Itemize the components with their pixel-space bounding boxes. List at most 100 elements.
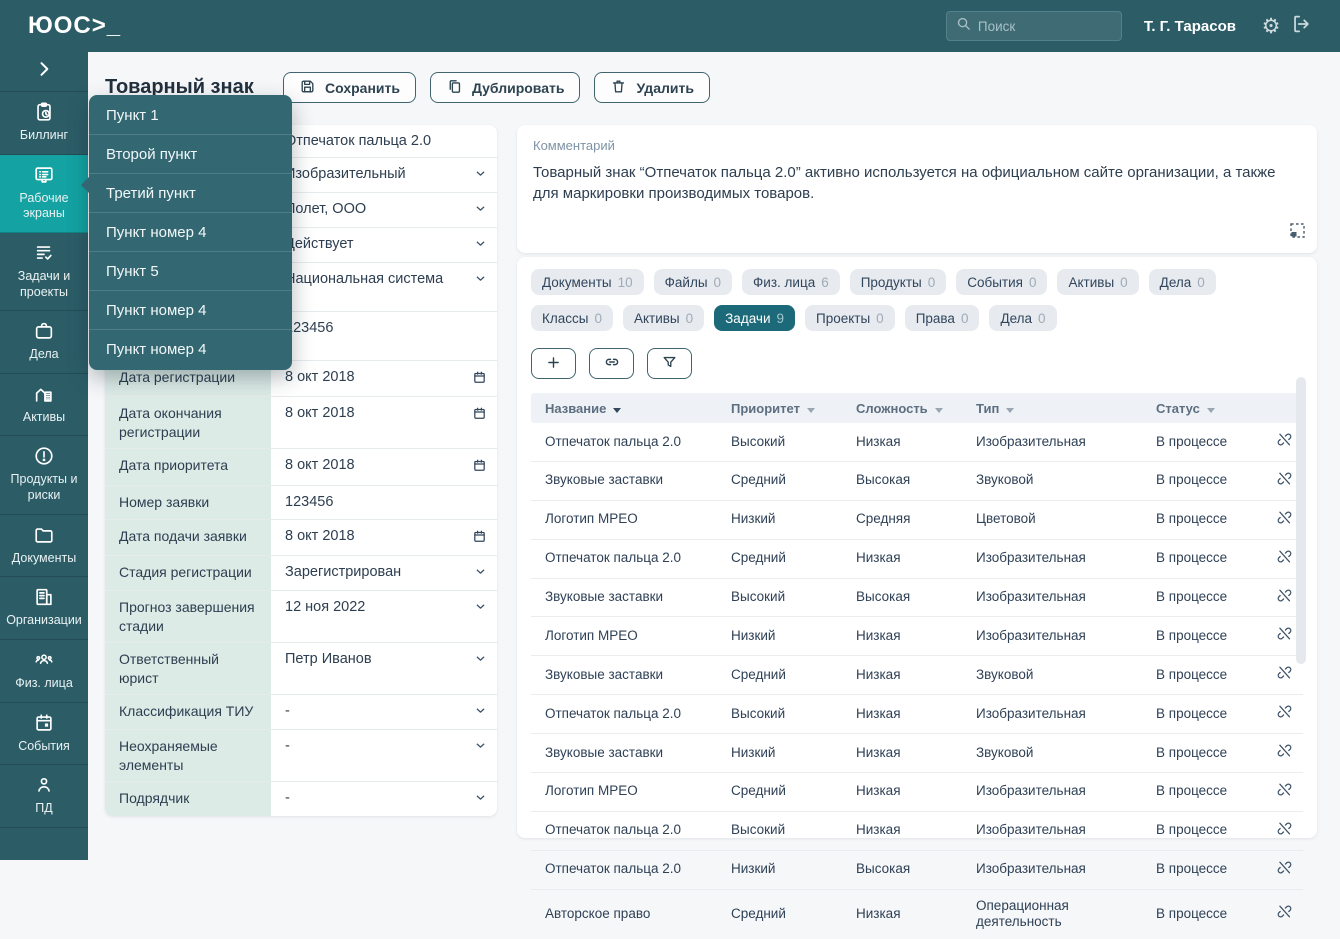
- sidebar-item-events[interactable]: События: [0, 703, 88, 766]
- link-task-button[interactable]: [589, 348, 634, 379]
- field-value[interactable]: Петр Иванов: [271, 643, 497, 694]
- field-value[interactable]: Зарегистрирован: [271, 556, 497, 590]
- field-value[interactable]: 8 окт 2018: [271, 361, 497, 397]
- cell-complexity: Низкая: [856, 539, 976, 578]
- menu-item[interactable]: Третий пункт: [89, 174, 292, 213]
- add-task-button[interactable]: [531, 348, 576, 379]
- menu-item[interactable]: Второй пункт: [89, 135, 292, 174]
- column-header-priority[interactable]: Приоритет: [731, 393, 856, 423]
- sidebar-item-persons[interactable]: Физ. лица: [0, 640, 88, 703]
- field-value[interactable]: 8 окт 2018: [271, 449, 497, 485]
- sidebar-item-billing[interactable]: Биллинг: [0, 92, 88, 155]
- field-value[interactable]: 8 окт 2018: [271, 520, 497, 556]
- sidebar-item-pd[interactable]: ПД: [0, 765, 88, 828]
- field-value[interactable]: Национальная система: [271, 263, 497, 311]
- menu-item[interactable]: Пункт номер 4: [89, 291, 292, 330]
- alert-circle-icon: [33, 445, 55, 467]
- relation-chip[interactable]: Документы 10: [531, 269, 644, 295]
- unlink-button[interactable]: [1276, 742, 1293, 759]
- cell-priority: Высокий: [731, 811, 856, 850]
- search-box[interactable]: [946, 11, 1122, 41]
- table-row[interactable]: Звуковые заставки Высокий Высокая Изобра…: [531, 578, 1303, 617]
- search-input[interactable]: [978, 19, 1112, 34]
- sidebar-expand-button[interactable]: [0, 52, 88, 92]
- column-header-status[interactable]: Статус: [1156, 393, 1248, 423]
- field-value[interactable]: Отпечаток пальца 2.0: [271, 125, 497, 157]
- menu-item[interactable]: Пункт номер 4: [89, 213, 292, 252]
- table-row[interactable]: Отпечаток пальца 2.0 Высокий Низкая Изоб…: [531, 695, 1303, 734]
- relation-chip[interactable]: Задачи 9: [714, 305, 795, 331]
- table-row[interactable]: Отпечаток пальца 2.0 Высокий Низкая Изоб…: [531, 811, 1303, 850]
- field-value[interactable]: Полет, ООО: [271, 193, 497, 227]
- field-value[interactable]: Действует: [271, 228, 497, 262]
- relation-chip[interactable]: Дела 0: [989, 305, 1056, 331]
- unlink-button[interactable]: [1276, 903, 1293, 920]
- field-value[interactable]: 8 окт 2018: [271, 397, 497, 448]
- sidebar-item-products-risks[interactable]: Продукты и риски: [0, 436, 88, 514]
- cell-name: Отпечаток пальца 2.0: [531, 539, 731, 578]
- save-button[interactable]: Сохранить: [283, 72, 416, 103]
- table-row[interactable]: Звуковые заставки Низкий Низкая Звуковой…: [531, 734, 1303, 773]
- unlink-button[interactable]: [1276, 548, 1293, 565]
- settings-button[interactable]: ⚙: [1256, 11, 1286, 41]
- column-header-name[interactable]: Название: [531, 393, 731, 423]
- field-value[interactable]: -: [271, 695, 497, 729]
- relation-chip[interactable]: Проекты 0: [805, 305, 895, 331]
- logout-button[interactable]: [1286, 11, 1316, 41]
- sidebar-item-assets[interactable]: Активы: [0, 374, 88, 437]
- field-value[interactable]: -: [271, 730, 497, 781]
- relation-chip[interactable]: Продукты 0: [850, 269, 947, 295]
- menu-item[interactable]: Пункт номер 4: [89, 330, 292, 369]
- sidebar-item-tasks[interactable]: Задачи и проекты: [0, 233, 88, 311]
- table-row[interactable]: Отпечаток пальца 2.0 Высокий Низкая Изоб…: [531, 423, 1303, 461]
- table-scrollbar[interactable]: [1296, 377, 1306, 664]
- table-row[interactable]: Звуковые заставки Средний Низкая Звуково…: [531, 656, 1303, 695]
- column-header-type[interactable]: Тип: [976, 393, 1156, 423]
- relation-chip[interactable]: Физ. лица 6: [742, 269, 840, 295]
- field-value[interactable]: 123456: [271, 312, 497, 360]
- sidebar-item-organizations[interactable]: Организации: [0, 577, 88, 640]
- relation-chip[interactable]: Классы 0: [531, 305, 613, 331]
- comment-text[interactable]: Товарный знак “Отпечаток пальца 2.0” акт…: [533, 162, 1301, 205]
- field-label: Дата окончания регистрации: [105, 397, 271, 448]
- unlink-button[interactable]: [1276, 820, 1293, 837]
- relation-chip[interactable]: Файлы 0: [654, 269, 732, 295]
- relation-chip[interactable]: Активы 0: [623, 305, 704, 331]
- duplicate-button[interactable]: Дублировать: [430, 72, 581, 103]
- relation-chip[interactable]: События 0: [956, 269, 1047, 295]
- unlink-button[interactable]: [1276, 509, 1293, 526]
- unlink-button[interactable]: [1276, 625, 1293, 642]
- link-off-icon: [1276, 747, 1293, 762]
- table-row[interactable]: Отпечаток пальца 2.0 Средний Низкая Изоб…: [531, 539, 1303, 578]
- table-row[interactable]: Логотип МРЕО Низкий Низкая Изобразительн…: [531, 617, 1303, 656]
- unlink-button[interactable]: [1276, 470, 1293, 487]
- sidebar-item-documents[interactable]: Документы: [0, 515, 88, 578]
- unlink-button[interactable]: [1276, 859, 1293, 876]
- table-row[interactable]: Звуковые заставки Средний Высокая Звуков…: [531, 461, 1303, 500]
- menu-item[interactable]: Пункт 1: [89, 96, 292, 135]
- filter-button[interactable]: [647, 348, 692, 379]
- table-row[interactable]: Логотип МРЕО Низкий Средняя Цветовой В п…: [531, 500, 1303, 539]
- delete-button[interactable]: Удалить: [594, 72, 709, 103]
- relation-chip[interactable]: Активы 0: [1057, 269, 1138, 295]
- column-header-complexity[interactable]: Сложность: [856, 393, 976, 423]
- unlink-button[interactable]: [1276, 587, 1293, 604]
- delete-button-label: Удалить: [636, 80, 693, 96]
- table-row[interactable]: Авторское право Средний Низкая Операцион…: [531, 889, 1303, 939]
- menu-item[interactable]: Пункт 5: [89, 252, 292, 291]
- table-row[interactable]: Логотип МРЕО Средний Низкая Изобразитель…: [531, 772, 1303, 811]
- relation-chip[interactable]: Дела 0: [1149, 269, 1216, 295]
- field-value[interactable]: Изобразительный: [271, 158, 497, 192]
- field-value[interactable]: 12 ноя 2022: [271, 591, 497, 642]
- relation-chip[interactable]: Права 0: [905, 305, 980, 331]
- unlink-button[interactable]: [1276, 664, 1293, 681]
- sidebar-item-cases[interactable]: Дела: [0, 311, 88, 374]
- unlink-button[interactable]: [1276, 431, 1293, 448]
- unlink-button[interactable]: [1276, 703, 1293, 720]
- table-row[interactable]: Отпечаток пальца 2.0 Низкий Высокая Изоб…: [531, 850, 1303, 889]
- field-value[interactable]: -: [271, 782, 497, 816]
- resize-handle-icon[interactable]: [1289, 222, 1306, 244]
- sidebar-item-workspaces[interactable]: Рабочие экраны: [0, 155, 88, 233]
- unlink-button[interactable]: [1276, 781, 1293, 798]
- field-value[interactable]: 123456: [271, 486, 497, 518]
